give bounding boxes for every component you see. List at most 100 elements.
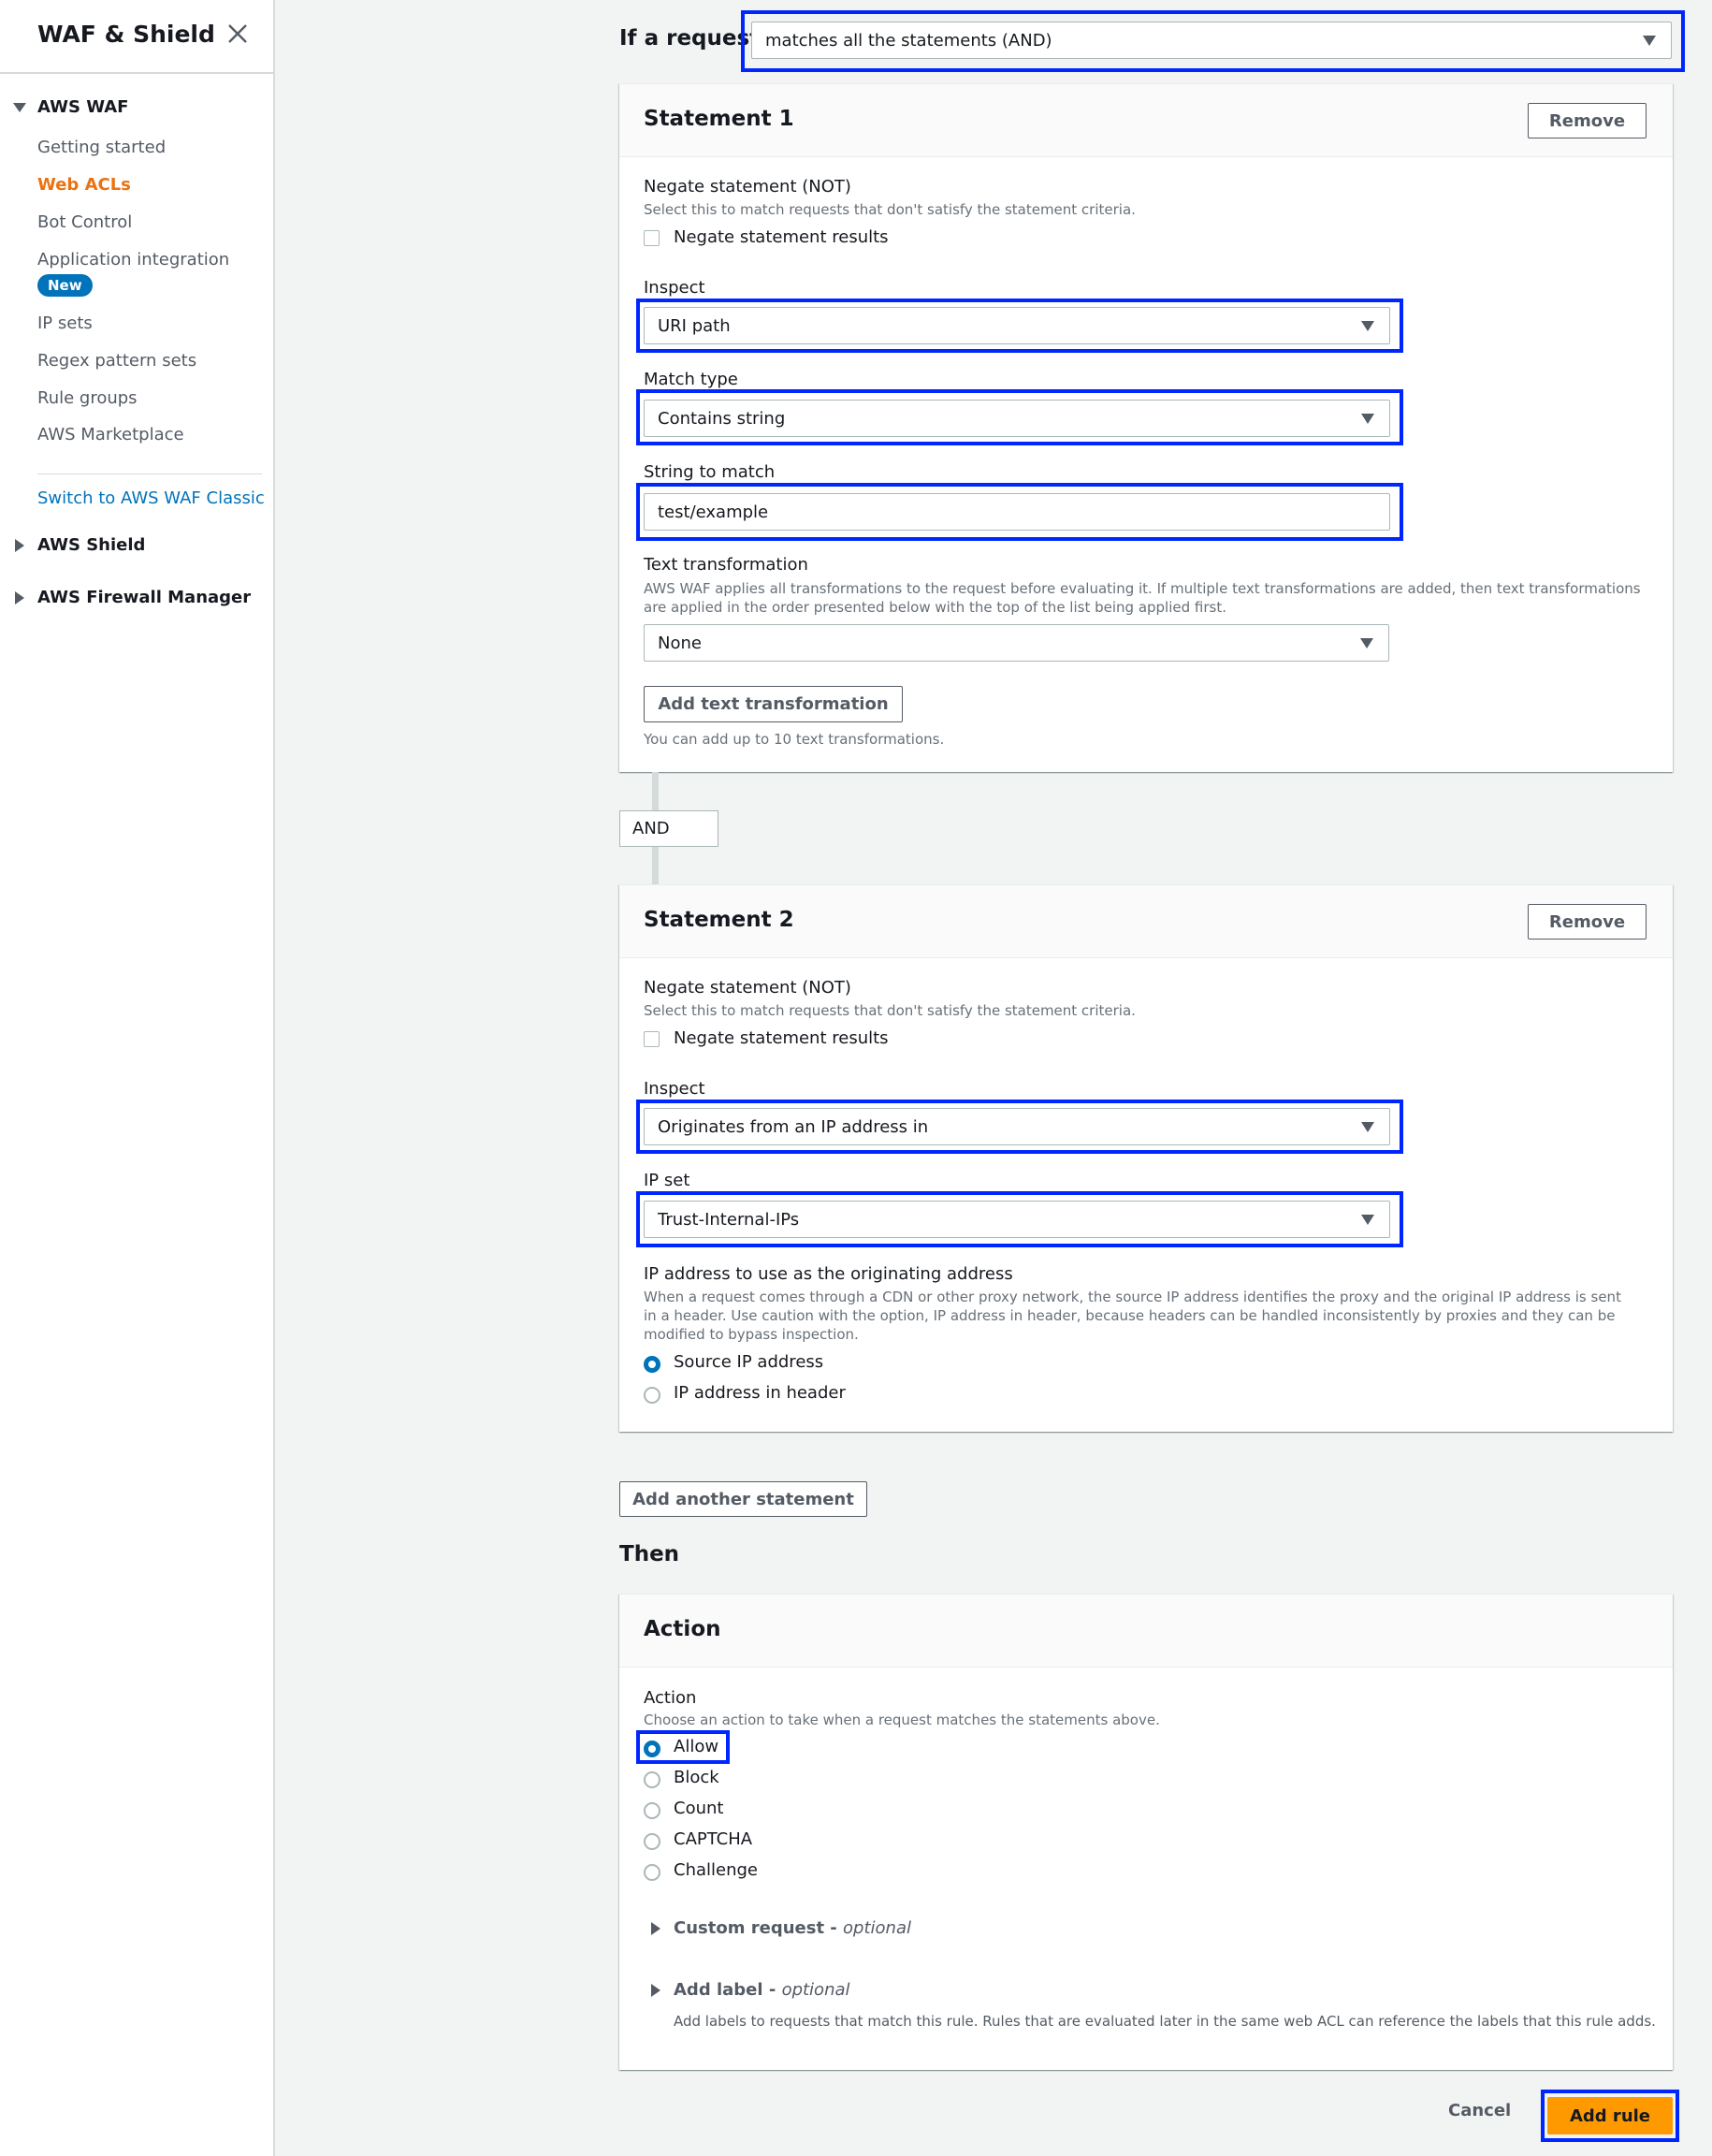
remove-statement-button[interactable]: Remove	[1528, 103, 1647, 138]
switch-to-classic-link[interactable]: Switch to AWS WAF Classic	[37, 488, 265, 508]
action-card-title: Action	[644, 1617, 721, 1641]
action-count-label: Count	[674, 1799, 724, 1818]
statement-logic-select[interactable]: matches all the statements (AND)	[751, 22, 1672, 59]
ip-set-select[interactable]: Trust-Internal-IPs	[644, 1201, 1390, 1238]
select-value: Contains string	[658, 408, 786, 429]
custom-request-expander[interactable]: Custom request - optional	[649, 1918, 911, 1938]
sidebar-section-aws-waf[interactable]: AWS WAF	[13, 97, 128, 117]
side-navigation: WAF & Shield AWS WAF Getting started Web…	[0, 0, 275, 2156]
negate-description: Select this to match requests that don't…	[644, 1002, 1136, 1019]
source-ip-radio[interactable]	[644, 1356, 660, 1373]
select-value: matches all the statements (AND)	[765, 30, 1052, 51]
add-text-transformation-button[interactable]: Add text transformation	[644, 686, 903, 722]
action-count-radio[interactable]	[644, 1802, 660, 1819]
sidebar-item-rule-groups[interactable]: Rule groups	[37, 388, 138, 408]
sidebar-item-aws-marketplace[interactable]: AWS Marketplace	[37, 425, 184, 444]
sidebar-item-regex-pattern-sets[interactable]: Regex pattern sets	[37, 351, 196, 371]
then-heading: Then	[619, 1542, 680, 1566]
string-to-match-label: String to match	[644, 462, 776, 482]
negate-checkbox-label: Negate statement results	[674, 227, 889, 247]
and-connector-line	[652, 847, 659, 884]
originating-address-description: When a request comes through a CDN or ot…	[644, 1289, 1621, 1343]
negate-checkbox-label: Negate statement results	[674, 1028, 889, 1048]
select-value: URI path	[658, 315, 731, 336]
statement-2-card: Statement 2 Remove Negate statement (NOT…	[619, 884, 1673, 1432]
caret-down-icon	[13, 102, 26, 112]
select-value: Trust-Internal-IPs	[658, 1209, 800, 1230]
negate-label: Negate statement (NOT)	[644, 978, 851, 998]
add-another-statement-button[interactable]: Add another statement	[619, 1481, 867, 1517]
negate-description: Select this to match requests that don't…	[644, 201, 1136, 218]
caret-down-icon	[1361, 414, 1374, 424]
sidebar-item-ip-sets[interactable]: IP sets	[37, 313, 93, 333]
caret-down-icon	[1361, 1122, 1374, 1132]
action-captcha-radio[interactable]	[644, 1833, 660, 1850]
sidebar-item-getting-started[interactable]: Getting started	[37, 138, 166, 157]
action-label: Action	[644, 1688, 697, 1708]
sidebar-item-application-integration[interactable]: Application integration	[37, 250, 229, 270]
string-to-match-input[interactable]: test/example	[644, 493, 1390, 531]
negate-checkbox[interactable]	[644, 1031, 660, 1047]
statement-title: Statement 2	[644, 908, 794, 932]
sidebar-section-label: AWS WAF	[37, 97, 129, 117]
and-connector-line	[652, 772, 659, 811]
statement-title: Statement 1	[644, 107, 794, 131]
caret-down-icon	[1361, 321, 1374, 331]
caret-right-icon	[651, 1983, 660, 1997]
card-header: Statement 2 Remove	[619, 885, 1673, 958]
caret-right-icon	[15, 590, 24, 605]
highlight-box	[636, 1730, 730, 1764]
close-icon[interactable]	[225, 21, 251, 47]
inspect-select[interactable]: URI path	[644, 307, 1390, 344]
negate-label: Negate statement (NOT)	[644, 177, 851, 197]
remove-statement-button[interactable]: Remove	[1528, 904, 1647, 940]
caret-down-icon	[1361, 1215, 1374, 1225]
ip-in-header-label: IP address in header	[674, 1383, 846, 1403]
inspect-select[interactable]: Originates from an IP address in	[644, 1108, 1390, 1145]
expander-label: Custom request -	[674, 1918, 844, 1938]
sidebar-item-bot-control[interactable]: Bot Control	[37, 212, 132, 232]
action-block-radio[interactable]	[644, 1771, 660, 1788]
text-transformation-label: Text transformation	[644, 555, 808, 575]
card-header: Action	[619, 1595, 1673, 1668]
add-label-expander[interactable]: Add label - optional	[649, 1980, 850, 2000]
action-challenge-radio[interactable]	[644, 1864, 660, 1881]
ip-in-header-radio[interactable]	[644, 1387, 660, 1404]
caret-down-icon	[1643, 36, 1656, 46]
sidebar-divider	[0, 72, 273, 74]
action-description: Choose an action to take when a request …	[644, 1712, 1160, 1728]
source-ip-label: Source IP address	[674, 1352, 824, 1372]
match-type-select[interactable]: Contains string	[644, 400, 1390, 437]
select-value: None	[658, 633, 702, 653]
card-header: Statement 1 Remove	[619, 84, 1673, 157]
sidebar-section-label: AWS Shield	[37, 535, 146, 555]
sidebar-title: WAF & Shield	[37, 21, 215, 48]
negate-checkbox[interactable]	[644, 230, 660, 246]
optional-label: optional	[781, 1980, 850, 2000]
originating-address-label: IP address to use as the originating add…	[644, 1264, 1013, 1284]
sidebar-divider	[37, 473, 262, 474]
match-type-label: Match type	[644, 370, 738, 389]
text-transformation-hint: You can add up to 10 text transformation…	[644, 731, 945, 748]
text-transformation-description: AWS WAF applies all transformations to t…	[644, 580, 1641, 616]
if-request-label: If a request	[619, 26, 761, 51]
action-block-label: Block	[674, 1768, 719, 1787]
and-operator-label: AND	[619, 810, 718, 847]
add-rule-button[interactable]: Add rule	[1547, 2097, 1673, 2134]
expander-label: Add label -	[674, 1980, 782, 2000]
inspect-label: Inspect	[644, 1079, 705, 1099]
inspect-label: Inspect	[644, 278, 705, 298]
add-label-description: Add labels to requests that match this r…	[674, 2013, 1656, 2030]
caret-right-icon	[651, 1921, 660, 1935]
sidebar-section-firewall-manager[interactable]: AWS Firewall Manager	[13, 588, 251, 607]
sidebar-section-aws-shield[interactable]: AWS Shield	[13, 535, 145, 555]
ip-set-label: IP set	[644, 1171, 690, 1190]
caret-right-icon	[15, 538, 24, 552]
cancel-button[interactable]: Cancel	[1448, 2101, 1511, 2120]
action-challenge-label: Challenge	[674, 1860, 758, 1880]
sidebar-item-web-acls[interactable]: Web ACLs	[37, 175, 131, 195]
select-value: Originates from an IP address in	[658, 1116, 929, 1137]
text-transformation-select[interactable]: None	[644, 624, 1389, 662]
caret-down-icon	[1360, 638, 1373, 648]
action-captcha-label: CAPTCHA	[674, 1829, 753, 1849]
